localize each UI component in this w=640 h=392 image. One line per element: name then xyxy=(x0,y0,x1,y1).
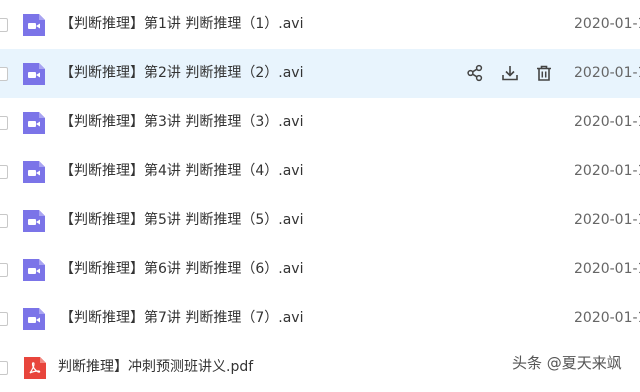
video-icon xyxy=(23,63,45,85)
file-row[interactable]: 【判断推理】第4讲 判断推理（4）.avi 2020-01-1 xyxy=(0,147,640,196)
delete-icon[interactable] xyxy=(533,62,555,84)
file-name[interactable]: 判断推理】冲刺预测班讲义.pdf xyxy=(58,358,253,376)
file-name[interactable]: 【判断推理】第7讲 判断推理（7）.avi xyxy=(60,309,303,327)
video-icon xyxy=(23,14,45,36)
file-row[interactable]: 【判断推理】第6讲 判断推理（6）.avi 2020-01-1 xyxy=(0,245,640,294)
file-name[interactable]: 【判断推理】第6讲 判断推理（6）.avi xyxy=(60,260,303,278)
file-name[interactable]: 【判断推理】第4讲 判断推理（4）.avi xyxy=(60,162,303,180)
share-icon[interactable] xyxy=(464,62,486,84)
file-date: 2020-01-1 xyxy=(574,212,640,228)
file-date: 2020-01-1 xyxy=(574,163,640,179)
row-checkbox[interactable] xyxy=(0,361,8,375)
row-checkbox[interactable] xyxy=(0,116,8,130)
file-row[interactable]: 【判断推理】第5讲 判断推理（5）.avi 2020-01-1 xyxy=(0,196,640,245)
file-row[interactable]: 【判断推理】第1讲 判断推理（1）.avi 2020-01-1 xyxy=(0,0,640,49)
file-date: 2020-01-1 xyxy=(574,310,640,326)
file-date: 2020-01-1 xyxy=(574,65,640,81)
row-checkbox[interactable] xyxy=(0,67,8,81)
file-row[interactable]: 【判断推理】第7讲 判断推理（7）.avi 2020-01-1 xyxy=(0,294,640,343)
file-date: 2020-01-1 xyxy=(574,16,640,32)
file-row[interactable]: 【判断推理】第2讲 判断推理（2）.avi 2020-01-1 xyxy=(0,49,640,98)
video-icon xyxy=(23,259,45,281)
file-list: 【判断推理】第1讲 判断推理（1）.avi 2020-01-1 【判断推理】第2… xyxy=(0,0,640,386)
video-icon xyxy=(23,161,45,183)
watermark: 头条 @夏天来飒 xyxy=(512,354,622,372)
file-date: 2020-01-1 xyxy=(574,114,640,130)
row-checkbox[interactable] xyxy=(0,263,8,277)
row-checkbox[interactable] xyxy=(0,312,8,326)
row-checkbox[interactable] xyxy=(0,165,8,179)
file-name[interactable]: 【判断推理】第3讲 判断推理（3）.avi xyxy=(60,113,303,131)
file-date: 2020-01-1 xyxy=(574,261,640,277)
row-checkbox[interactable] xyxy=(0,214,8,228)
row-checkbox[interactable] xyxy=(0,18,8,32)
file-name[interactable]: 【判断推理】第5讲 判断推理（5）.avi xyxy=(60,211,303,229)
download-icon[interactable] xyxy=(499,62,521,84)
pdf-icon xyxy=(24,357,46,379)
file-name[interactable]: 【判断推理】第1讲 判断推理（1）.avi xyxy=(60,15,303,33)
video-icon xyxy=(23,112,45,134)
file-name[interactable]: 【判断推理】第2讲 判断推理（2）.avi xyxy=(60,64,303,82)
file-row[interactable]: 【判断推理】第3讲 判断推理（3）.avi 2020-01-1 xyxy=(0,98,640,147)
video-icon xyxy=(23,210,45,232)
video-icon xyxy=(23,308,45,330)
